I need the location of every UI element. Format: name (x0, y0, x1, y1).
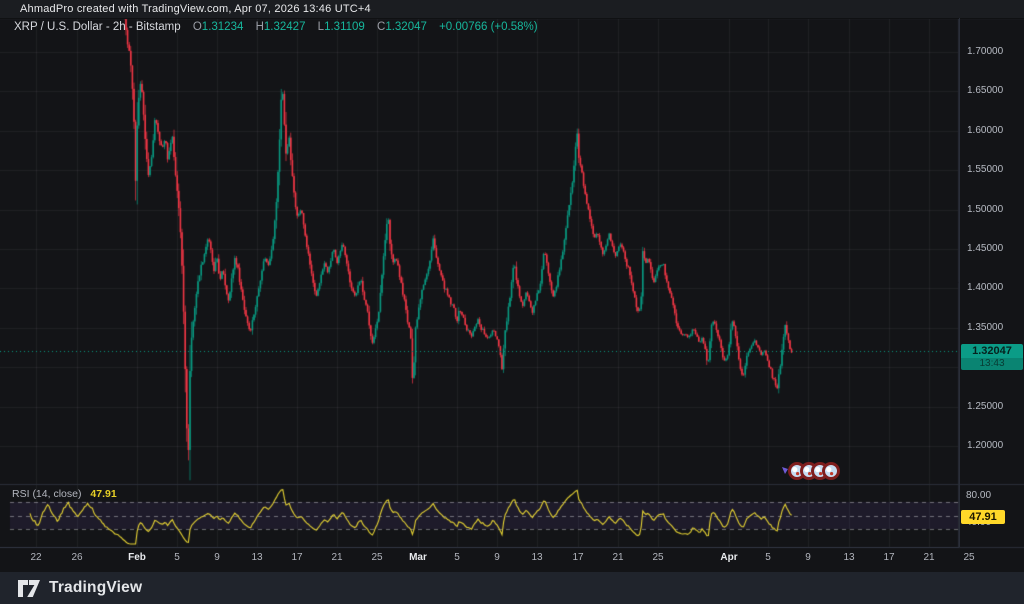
rsi-value-label: 47.91 (961, 510, 1005, 524)
time-tick: 9 (494, 552, 500, 563)
bar-countdown: 13:43 (961, 358, 1023, 370)
price-tick: 1.20000 (967, 440, 1004, 451)
emoji-stickers-group[interactable] (780, 460, 840, 484)
price-tick: 1.25000 (967, 400, 1004, 412)
time-tick: 5 (454, 552, 460, 563)
time-tick: 9 (214, 552, 220, 563)
time-tick: 21 (923, 552, 935, 563)
price-tick: 1.45000 (967, 243, 1004, 254)
time-tick-month: Feb (128, 552, 146, 563)
price-tick: 1.60000 (967, 124, 1004, 136)
symbol-legend[interactable]: XRP / U.S. Dollar - 2h - Bitstamp O1.312… (14, 21, 538, 34)
time-tick: 21 (612, 552, 624, 563)
open-label: O (192, 21, 202, 33)
price-tick: 1.35000 (967, 321, 1004, 333)
open-value: 1.31234 (201, 21, 244, 33)
time-tick: 5 (174, 552, 180, 563)
tradingview-logo-icon[interactable] (18, 579, 40, 597)
attribution-text: AhmadPro created with TradingView.com, A… (20, 3, 371, 15)
last-price-label: 1.32047 13:43 (961, 344, 1023, 370)
time-tick: 22 (30, 552, 42, 563)
time-tick: 5 (765, 552, 771, 563)
footer-bar: TradingView (0, 572, 1024, 604)
last-price-value: 1.32047 (961, 344, 1023, 358)
rsi-params: (14, close) (32, 488, 82, 500)
time-tick: 13 (251, 552, 263, 563)
high-label: H (255, 21, 264, 33)
time-tick: 17 (572, 552, 584, 563)
price-tick: 1.55000 (967, 164, 1004, 176)
time-tick: 13 (531, 552, 543, 563)
attribution-bar: AhmadPro created with TradingView.com, A… (0, 0, 1024, 19)
interval[interactable]: 2h (113, 21, 126, 33)
symbol-name[interactable]: XRP / U.S. Dollar (14, 21, 103, 33)
high-value: 1.32427 (263, 21, 306, 33)
rsi-value: 47.91 (90, 488, 117, 500)
time-axis[interactable]: 22 26 Feb 5 9 13 17 21 25 Mar 5 9 13 17 21 25 Apr 5 9 13 17 2… (0, 547, 975, 573)
time-tick-month: Apr (720, 552, 738, 563)
rsi-title[interactable]: RSI (12, 488, 30, 500)
time-tick-month: Mar (409, 552, 427, 563)
emoji-stickers-svg (782, 462, 840, 480)
rsi-legend[interactable]: RSI (14, close) 47.91 (12, 488, 117, 500)
close-value: 1.32047 (385, 21, 427, 33)
exchange[interactable]: Bitstamp (136, 21, 181, 33)
time-tick: 25 (371, 552, 383, 563)
tradingview-chart-window: AhmadPro created with TradingView.com, A… (0, 0, 1024, 604)
price-tick: 1.40000 (967, 282, 1004, 294)
time-tick: 9 (805, 552, 811, 563)
time-tick: 25 (652, 552, 664, 563)
rsi-axis-tick: 80.00 (966, 490, 992, 502)
tradingview-brand-text[interactable]: TradingView (49, 579, 142, 597)
change-value: +0.00766 (+0.58%) (439, 21, 538, 33)
low-value: 1.31109 (324, 21, 365, 33)
price-tick: 1.50000 (967, 203, 1004, 215)
price-axis[interactable]: 1.70000 1.65000 1.60000 1.55000 1.50000 1.450… (959, 18, 1024, 547)
time-tick: 17 (883, 552, 895, 563)
time-tick: 17 (291, 552, 303, 563)
time-tick: 21 (331, 552, 343, 563)
time-tick: 26 (71, 552, 83, 563)
price-tick: 1.65000 (967, 85, 1004, 97)
chart-canvas[interactable] (0, 0, 1024, 604)
price-tick: 1.70000 (967, 46, 1004, 57)
time-tick: 13 (843, 552, 855, 563)
time-tick: 25 (963, 552, 975, 563)
